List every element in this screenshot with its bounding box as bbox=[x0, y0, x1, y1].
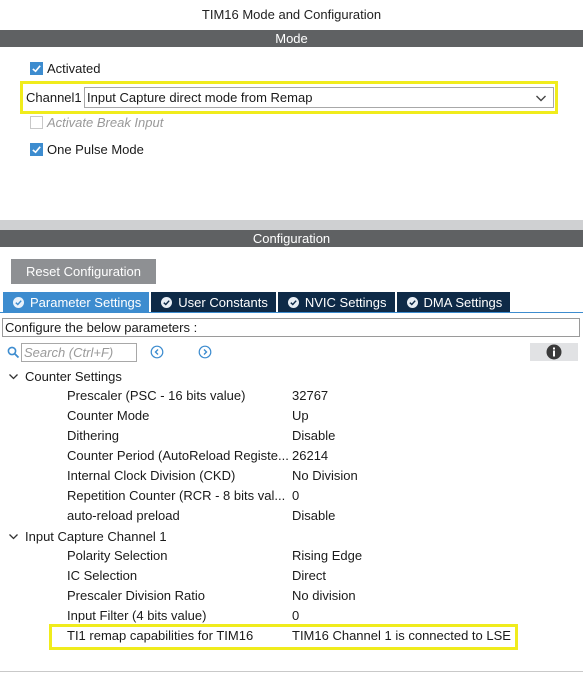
activated-label: Activated bbox=[47, 60, 101, 76]
param-value[interactable]: Rising Edge bbox=[292, 546, 362, 566]
param-value[interactable]: 0 bbox=[292, 606, 299, 626]
chevron-down-icon bbox=[9, 373, 18, 379]
config-tabs: Parameter Settings User Constants NVIC S… bbox=[3, 292, 512, 313]
channel1-select[interactable]: Input Capture direct mode from Remap bbox=[84, 87, 554, 108]
check-circle-icon bbox=[406, 297, 418, 308]
one-pulse-label: One Pulse Mode bbox=[47, 141, 144, 157]
tab-label: Parameter Settings bbox=[30, 295, 142, 310]
param-value[interactable]: No division bbox=[292, 586, 356, 606]
param-name: TI1 remap capabilities for TIM16 bbox=[67, 628, 254, 643]
param-name: auto-reload preload bbox=[67, 508, 180, 523]
param-name: Counter Period (AutoReload Registe... bbox=[67, 448, 289, 463]
break-input-row: Activate Break Input bbox=[30, 113, 163, 131]
check-circle-icon bbox=[287, 297, 299, 308]
tab-label: NVIC Settings bbox=[304, 295, 387, 310]
channel1-label: Channel1 bbox=[26, 90, 82, 105]
param-name: Input Filter (4 bits value) bbox=[67, 608, 207, 623]
one-pulse-checkbox[interactable] bbox=[30, 142, 43, 156]
group-input-capture-channel-1[interactable]: Input Capture Channel 1 bbox=[8, 526, 167, 546]
tab-label: DMA Settings bbox=[423, 295, 503, 310]
param-value[interactable]: Up bbox=[292, 406, 309, 426]
check-circle-icon bbox=[13, 297, 24, 308]
break-input-label: Activate Break Input bbox=[47, 114, 164, 130]
mode-header: Mode bbox=[0, 30, 583, 47]
info-button[interactable] bbox=[530, 343, 578, 361]
param-value[interactable]: 32767 bbox=[292, 386, 328, 406]
param-value[interactable]: Direct bbox=[292, 566, 326, 586]
chevron-down-icon bbox=[9, 533, 18, 539]
next-result-icon[interactable] bbox=[198, 345, 212, 359]
tab-nvic-settings[interactable]: NVIC Settings bbox=[277, 292, 395, 313]
tab-user-constants[interactable]: User Constants bbox=[151, 292, 276, 313]
param-name: IC Selection bbox=[67, 568, 138, 583]
tab-label: User Constants bbox=[178, 295, 268, 310]
configure-hint: Configure the below parameters : bbox=[2, 318, 580, 337]
panel-divider[interactable] bbox=[0, 220, 583, 230]
check-icon bbox=[32, 145, 41, 153]
param-name: Polarity Selection bbox=[67, 548, 168, 563]
param-value[interactable]: 26214 bbox=[292, 446, 328, 466]
param-name: Prescaler (PSC - 16 bits value) bbox=[67, 388, 246, 403]
param-name: Dithering bbox=[67, 428, 120, 443]
search-input[interactable]: Search (Ctrl+F) bbox=[21, 343, 137, 362]
chevron-down-icon bbox=[536, 95, 546, 102]
group-title: Counter Settings bbox=[25, 368, 122, 384]
param-value[interactable]: 0 bbox=[292, 486, 299, 506]
activated-checkbox[interactable] bbox=[30, 61, 43, 75]
one-pulse-row[interactable]: One Pulse Mode bbox=[30, 140, 144, 158]
group-counter-settings[interactable]: Counter Settings bbox=[8, 366, 122, 386]
tab-dma-settings[interactable]: DMA Settings bbox=[396, 292, 511, 313]
channel1-value: Input Capture direct mode from Remap bbox=[87, 90, 313, 105]
activated-row[interactable]: Activated bbox=[30, 59, 100, 77]
group-title: Input Capture Channel 1 bbox=[25, 528, 167, 544]
reset-configuration-button[interactable]: Reset Configuration bbox=[11, 259, 156, 284]
search-icon bbox=[7, 346, 20, 359]
window-title: TIM16 Mode and Configuration bbox=[201, 7, 382, 22]
previous-result-icon[interactable] bbox=[150, 345, 164, 359]
param-value[interactable]: Disable bbox=[292, 506, 335, 526]
param-value[interactable]: TIM16 Channel 1 is connected to LSE bbox=[292, 626, 511, 646]
param-name: Repetition Counter (RCR - 8 bits val... bbox=[67, 488, 286, 503]
check-icon bbox=[32, 64, 41, 72]
bottom-divider bbox=[0, 671, 583, 672]
configuration-header: Configuration bbox=[0, 230, 583, 247]
info-icon bbox=[546, 344, 562, 360]
param-name: Prescaler Division Ratio bbox=[67, 588, 205, 603]
tab-underline bbox=[0, 312, 583, 313]
channel1-highlight: Channel1 Input Capture direct mode from … bbox=[20, 81, 558, 114]
param-value[interactable]: No Division bbox=[292, 466, 358, 486]
tab-parameter-settings[interactable]: Parameter Settings bbox=[3, 292, 150, 313]
param-value[interactable]: Disable bbox=[292, 426, 335, 446]
check-circle-icon bbox=[161, 297, 173, 308]
break-input-checkbox bbox=[30, 115, 43, 129]
param-name: Counter Mode bbox=[67, 408, 150, 423]
param-name: Internal Clock Division (CKD) bbox=[67, 468, 236, 483]
search-bar: Search (Ctrl+F) bbox=[5, 343, 579, 363]
